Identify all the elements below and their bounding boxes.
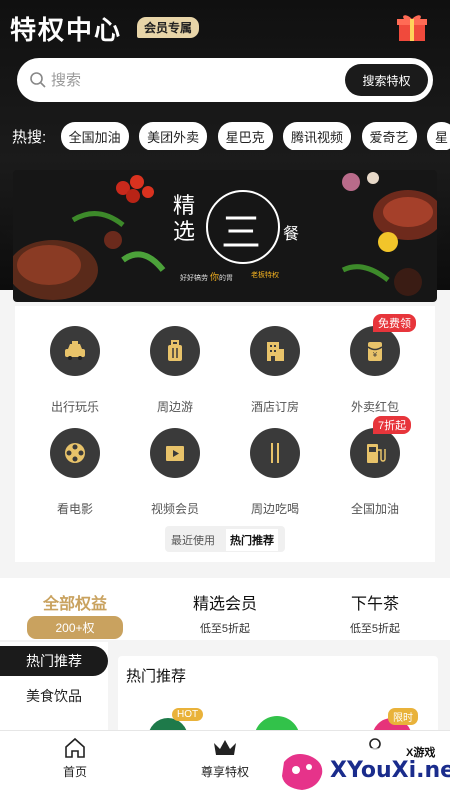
nav-privilege[interactable]: 尊享特权 [175,737,275,780]
hot-search-tag[interactable]: 腾讯视频 [283,122,352,150]
grid-item-label: 视频会员 [150,502,199,516]
banner-brand: 老板特权 [251,272,279,279]
grid-item-label: 看电影 [56,502,93,516]
discount-tag: 7折起 [373,416,412,434]
hot-panel: 热门推荐 HOT 限时 [118,656,438,762]
promo-banner[interactable]: 精选 三 餐 好好犒劳 你的胃 老板特权 [13,170,437,302]
tab-selected-members[interactable]: 精选会员 低至5折起 [150,590,300,636]
free-tag: 免费领 [373,314,416,332]
banner-center-text: 三 [221,210,261,256]
hot-search-label: 热搜: [12,129,47,146]
search-input[interactable] [51,58,331,102]
home-icon [65,737,85,758]
hotel-icon [267,342,284,361]
service-grid: 出行玩乐 周边游 酒店订房 ¥ 免费领 外卖红包 看电影 视频会员 周边吃喝 7… [15,306,435,562]
hot-search-tag[interactable]: 爱奇艺 [361,122,417,150]
svg-text:¥: ¥ [373,351,378,359]
usage-segment: 最近使用 热门推荐 [165,526,285,552]
page-title: 特权中心 [10,16,123,46]
limited-tag: 限时 [388,708,418,725]
category-tabs: 全部权益 200+权 精选会员 低至5折起 下午茶 低至5折起 [0,578,450,640]
tab-afternoon-tea[interactable]: 下午茶 低至5折起 [300,590,450,636]
search-icon [30,72,46,88]
hot-search-tag[interactable]: 全国加油 [60,122,129,150]
banner-slogan: 好好犒劳 你的胃 [180,272,233,282]
tab-all-benefits[interactable]: 全部权益 200+权 [0,590,150,639]
hot-search-tag[interactable]: 星巴克 [217,122,273,150]
tab-subtitle: 低至5折起 [349,623,401,635]
tab-title: 全部权益 [42,596,107,613]
hot-search-tag[interactable]: 美团外卖 [139,122,208,150]
grid-item-label: 周边游 [156,400,193,414]
gift-icon[interactable] [396,12,428,42]
nav-home[interactable]: 首页 [25,737,125,780]
grid-item-label: 酒店订房 [250,400,299,414]
side-item-food[interactable]: 美食饮品 [0,686,108,706]
segment-recent[interactable]: 最近使用 [171,532,215,548]
grid-item-label: 周边吃喝 [250,502,299,516]
grid-item-label: 出行玩乐 [50,400,99,414]
search-button[interactable]: 搜索特权 [345,64,428,96]
member-badge: 会员专属 [137,17,200,38]
red-packet-icon: ¥ [367,342,383,361]
taxi-icon [65,341,85,360]
header: 特权中心 会员专属 [0,0,450,56]
banner-side-text: 餐 [283,224,300,243]
fuel-pump-icon [367,444,386,463]
watermark-text: XYouXi.net [330,758,450,783]
side-category-nav: 热门推荐 美食饮品 [0,642,108,732]
tab-title: 精选会员 [192,596,257,613]
segment-hot[interactable]: 热门推荐 [226,529,278,551]
tab-title: 下午茶 [350,596,399,613]
film-reel-icon [65,443,85,463]
tab-count-pill: 200+权 [27,616,123,639]
grid-item-label: 外卖红包 [350,400,399,414]
tab-subtitle: 低至5折起 [199,623,251,635]
hot-search-row: 热搜: 全国加油 美团外卖 星巴克 腾讯视频 爱奇艺 星 [12,122,450,150]
hot-search-tag[interactable]: 星 [426,122,450,150]
grid-item-label: 全国加油 [350,502,399,516]
side-item-hot[interactable]: 热门推荐 [0,646,108,676]
video-play-icon [166,446,184,461]
luggage-icon [168,340,182,361]
nav-label: 尊享特权 [200,765,249,779]
nav-label: 首页 [62,765,87,779]
banner-title: 精选 [173,194,196,245]
chopsticks-icon [271,443,279,463]
panel-title: 热门推荐 [126,668,187,685]
crown-icon [214,740,236,755]
search-bar: 搜索特权 [17,58,433,102]
hot-tag: HOT [172,708,204,721]
